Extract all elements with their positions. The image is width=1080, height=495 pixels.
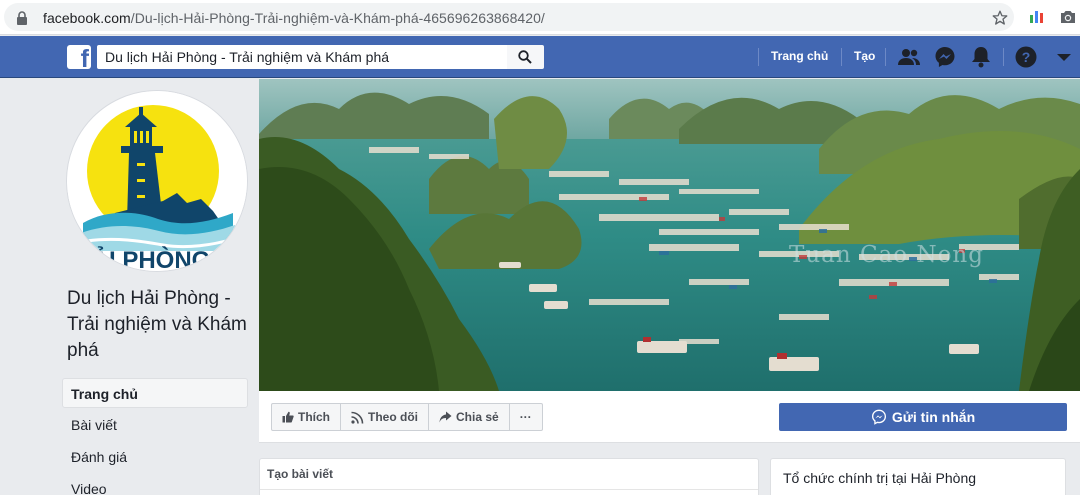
account-menu-chevron-down-icon[interactable] [1052,45,1076,69]
nav-divider [885,48,886,66]
page-category[interactable]: Tổ chức chính trị tại Hải Phòng [783,470,976,486]
messenger-icon [871,409,886,425]
thumbs-up-icon [282,411,294,423]
send-message-label: Gửi tin nhắn [891,409,976,425]
cover-watermark: Tuan Cao Nong [789,242,984,268]
cover-image-ha-long-bay [259,79,1080,391]
more-options-button[interactable]: ··· [510,404,542,430]
search-button[interactable] [507,45,544,69]
page-profile-picture[interactable]: ẢI PHÒNG [66,90,248,272]
sidebar-item-home[interactable]: Trang chủ [62,378,248,408]
page-action-bar: Thích Theo dõi Chia sẻ ··· Gửi tin nhắn [259,391,1080,443]
sidebar-item-videos[interactable]: Video [62,474,248,495]
help-icon[interactable]: ? [1014,45,1038,69]
more-options-icon: ··· [519,410,532,424]
follow-button[interactable]: Theo dõi [341,404,429,430]
url-text[interactable]: facebook.com/Du-lịch-Hải-Phòng-Trải-nghi… [43,10,545,26]
notifications-bell-icon[interactable] [969,45,993,69]
nav-create-link[interactable]: Tạo [854,49,875,63]
create-post-title: Tạo bài viết [267,467,334,481]
like-button[interactable]: Thích [272,404,341,430]
bookmark-star-icon[interactable] [991,9,1009,27]
page-title[interactable]: Du lịch Hải Phòng - Trải nghiệm và Khám … [67,286,252,364]
sidebar-item-posts[interactable]: Bài viết [62,410,248,440]
nav-divider [841,48,842,66]
cover-photo[interactable]: Tuan Cao Nong [259,79,1080,391]
card-divider [260,489,758,490]
share-arrow-icon [439,411,452,423]
hai-phong-logo: ẢI PHÒNG [67,91,247,272]
browser-toolbar: facebook.com/Du-lịch-Hải-Phòng-Trải-nghi… [0,0,1080,35]
search-icon [518,50,532,64]
extension-chart-icon[interactable] [1029,9,1045,23]
share-button-label: Chia sẻ [456,410,499,424]
lock-icon [17,11,27,25]
nav-divider [758,48,759,66]
facebook-top-bar: f Trang chủ Tạo ? [0,36,1080,78]
logo-text: ẢI PHÒNG [92,245,211,272]
friend-requests-icon[interactable] [897,45,921,69]
messenger-icon[interactable] [933,45,957,69]
share-button[interactable]: Chia sẻ [429,404,510,430]
follow-button-label: Theo dõi [368,410,418,424]
nav-divider [1003,48,1004,66]
send-message-button[interactable]: Gửi tin nhắn [779,403,1067,431]
facebook-logo-icon[interactable]: f [67,45,91,69]
address-bar[interactable]: facebook.com/Du-lịch-Hải-Phòng-Trải-nghi… [4,3,1014,31]
nav-home-link[interactable]: Trang chủ [771,49,828,63]
search-input[interactable] [97,45,507,69]
url-host: facebook.com [43,10,131,26]
rss-follow-icon [351,411,364,424]
page-actions-group: Thích Theo dõi Chia sẻ ··· [271,403,543,431]
create-post-card[interactable]: Tạo bài viết [259,458,759,495]
url-path: /Du-lịch-Hải-Phòng-Trải-nghiệm-và-Khám-p… [130,10,545,26]
like-button-label: Thích [298,410,330,424]
camera-icon[interactable] [1059,9,1077,25]
sidebar-item-reviews[interactable]: Đánh giá [62,442,248,472]
svg-text:?: ? [1022,49,1031,65]
about-card: Tổ chức chính trị tại Hải Phòng [770,458,1066,495]
